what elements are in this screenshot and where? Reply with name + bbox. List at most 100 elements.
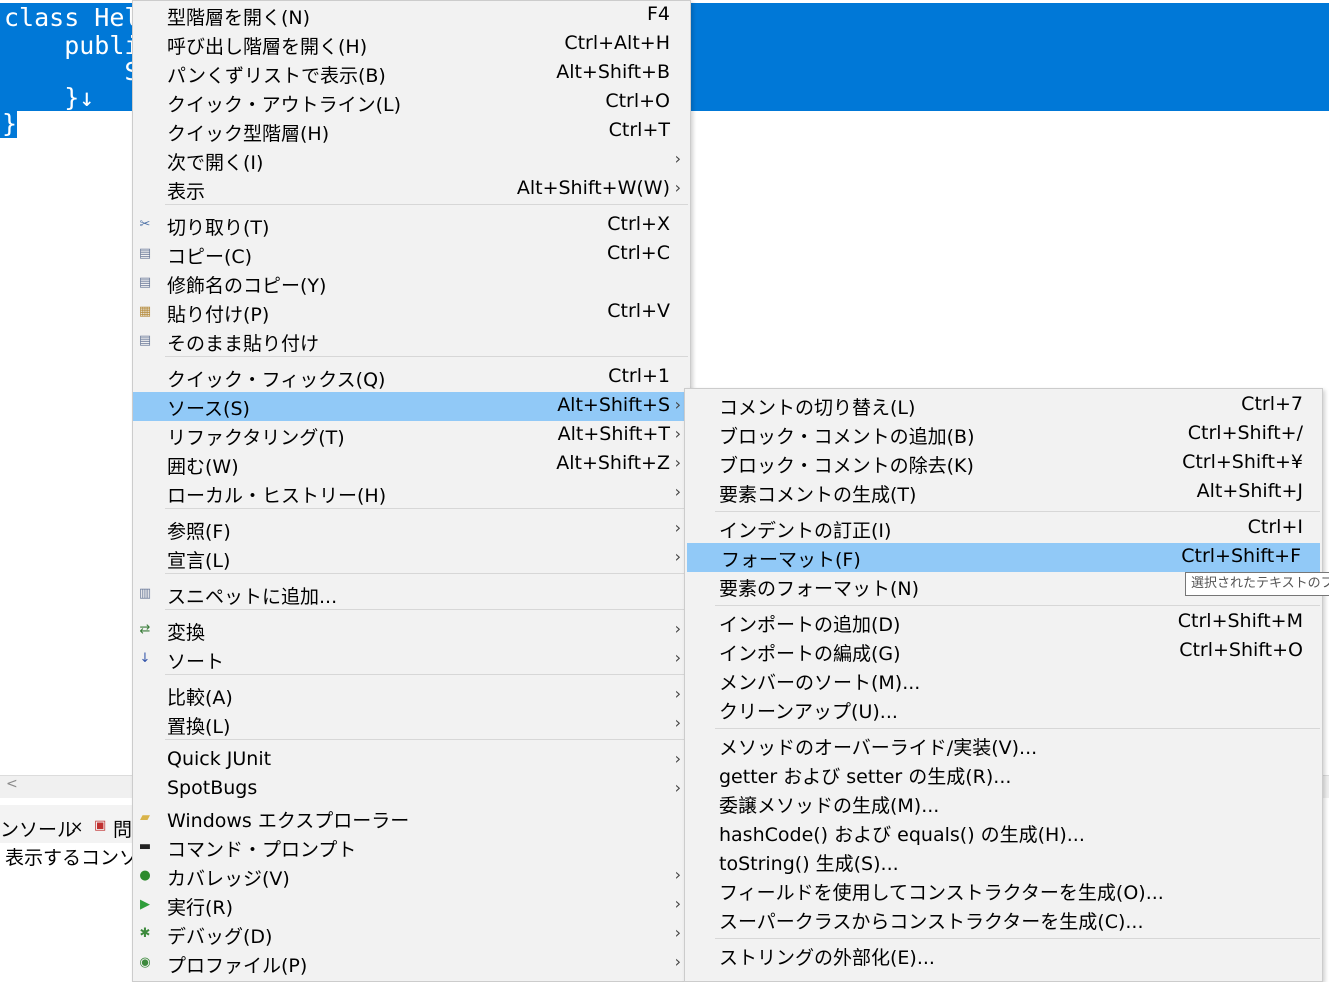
menu-item-shortcut: Alt+Shift+B <box>556 61 670 83</box>
submenu-arrow-icon: › <box>674 149 681 168</box>
menu-item-label: ローカル・ヒストリー(H) <box>167 485 387 507</box>
terminal-icon: ▬ <box>138 839 152 854</box>
submenu-arrow-icon: › <box>674 518 681 537</box>
menu-item-shortcut: F4 <box>646 3 670 25</box>
submenu-item[interactable]: インデントの訂正(I) Ctrl+I <box>685 514 1322 543</box>
menu-item-shortcut: Ctrl+X <box>607 213 670 235</box>
menu-item[interactable]: クイック・アウトライン(L) Ctrl+O <box>133 88 690 117</box>
submenu-item[interactable]: インポートの追加(D) Ctrl+Shift+M <box>685 608 1322 637</box>
menu-item[interactable]: 表示 Alt+Shift+W(W) › <box>133 175 690 204</box>
submenu-item[interactable]: ストリングの外部化(E)... <box>685 941 1322 970</box>
submenu-item[interactable]: toString() 生成(S)... <box>685 847 1322 876</box>
sort-icon: ↓ <box>139 651 151 666</box>
menu-item[interactable]: ⇄ 変換 › <box>133 616 690 645</box>
menu-item-label: SpotBugs <box>167 777 258 799</box>
menu-item-label: クイック・フィックス(Q) <box>167 369 386 391</box>
submenu-item[interactable]: メンバーのソート(M)... <box>685 666 1322 695</box>
menu-item-shortcut: Alt+Shift+W(W) <box>516 177 670 199</box>
menu-item-shortcut: Ctrl+O <box>605 90 670 112</box>
submenu-item[interactable]: インポートの編成(G) Ctrl+Shift+O <box>685 637 1322 666</box>
submenu-item-label: toString() 生成(S)... <box>719 853 899 875</box>
submenu-item-label: 委譲メソッドの生成(M)... <box>719 795 940 817</box>
menu-item[interactable]: クイック型階層(H) Ctrl+T <box>133 117 690 146</box>
menu-item[interactable]: 型階層を開く(N) F4 <box>133 1 690 30</box>
submenu-arrow-icon: › <box>674 547 681 566</box>
menu-item[interactable]: 置換(L) › <box>133 710 690 739</box>
submenu-item-shortcut: Ctrl+Shift+F <box>1181 545 1301 567</box>
submenu-item[interactable]: メソッドのオーバーライド/実装(V)... <box>685 731 1322 760</box>
submenu-item[interactable]: フィールドを使用してコンストラクターを生成(O)... <box>685 876 1322 905</box>
menu-item[interactable]: ソース(S) Alt+Shift+S › <box>133 392 690 421</box>
tab-problems[interactable]: 問 <box>113 815 132 842</box>
menu-item-label: 表示 <box>167 181 206 203</box>
submenu-arrow-icon: › <box>674 749 681 768</box>
menu-item[interactable]: ▤ コピー(C) Ctrl+C <box>133 240 690 269</box>
menu-separator <box>165 204 688 205</box>
menu-item[interactable]: ローカル・ヒストリー(H) › <box>133 479 690 508</box>
submenu-item-label: インデントの訂正(I) <box>719 520 892 542</box>
menu-item-label: Quick JUnit <box>167 748 272 770</box>
menu-item[interactable]: ▰ Windows エクスプローラー <box>133 804 690 833</box>
menu-item[interactable]: パンくずリストで表示(B) Alt+Shift+B <box>133 59 690 88</box>
menu-item[interactable]: 次で開く(I) › <box>133 146 690 175</box>
console-message: 表示するコンソ <box>5 847 139 869</box>
code-line: } <box>2 109 18 138</box>
menu-item[interactable]: ↓ ソート › <box>133 645 690 674</box>
submenu-item[interactable]: フォーマット(F) Ctrl+Shift+F <box>687 543 1320 572</box>
menu-item[interactable]: 宣言(L) › <box>133 544 690 573</box>
submenu-arrow-icon: › <box>674 395 681 414</box>
menu-item[interactable]: Quick JUnit › <box>133 746 690 775</box>
copy-qualified-icon: ▤ <box>138 275 152 290</box>
submenu-item[interactable]: 委譲メソッドの生成(M)... <box>685 789 1322 818</box>
menu-item[interactable]: ◉ プロファイル(P) › <box>133 949 690 978</box>
menu-item[interactable]: 参照(F) › <box>133 515 690 544</box>
submenu-item[interactable]: クリーンアップ(U)... <box>685 695 1322 724</box>
menu-item[interactable]: ▦ 貼り付け(P) Ctrl+V <box>133 298 690 327</box>
submenu-item-label: フォーマット(F) <box>721 549 861 571</box>
menu-item-label: そのまま貼り付け <box>167 333 320 355</box>
close-icon[interactable]: × <box>70 817 83 836</box>
menu-item[interactable]: 呼び出し階層を開く(H) Ctrl+Alt+H <box>133 30 690 59</box>
submenu-item[interactable]: getter および setter の生成(R)... <box>685 760 1322 789</box>
menu-item-label: カバレッジ(V) <box>167 868 290 890</box>
menu-item[interactable]: ▬ コマンド・プロンプト <box>133 833 690 862</box>
coverage-icon: ● <box>139 868 151 883</box>
menu-item[interactable]: ● カバレッジ(V) › <box>133 862 690 891</box>
menu-item-shortcut: Ctrl+Alt+H <box>564 32 670 54</box>
menu-item-label: 貼り付け(P) <box>167 304 270 326</box>
menu-item-label: 参照(F) <box>167 521 231 543</box>
menu-item[interactable]: ▶ 実行(R) › <box>133 891 690 920</box>
menu-item[interactable]: ▥ スニペットに追加... <box>133 580 690 609</box>
scroll-left-icon[interactable]: < <box>6 776 18 792</box>
submenu-arrow-icon: › <box>674 178 681 197</box>
menu-item[interactable]: SpotBugs › <box>133 775 690 804</box>
submenu-item[interactable]: スーパークラスからコンストラクターを生成(C)... <box>685 905 1322 934</box>
submenu-item[interactable]: コメントの切り替え(L) Ctrl+7 <box>685 391 1322 420</box>
submenu-item-label: メンバーのソート(M)... <box>719 672 921 694</box>
menu-item-shortcut: Ctrl+T <box>608 119 670 141</box>
menu-item[interactable]: 囲む(W) Alt+Shift+Z › <box>133 450 690 479</box>
menu-item-label: 切り取り(T) <box>167 217 270 239</box>
submenu-item-label: ブロック・コメントの除去(K) <box>719 455 974 477</box>
snippet-icon: ▥ <box>138 586 152 601</box>
submenu-arrow-icon: › <box>674 894 681 913</box>
submenu-item[interactable]: ブロック・コメントの追加(B) Ctrl+Shift+/ <box>685 420 1322 449</box>
submenu-item-label: メソッドのオーバーライド/実装(V)... <box>719 737 1038 759</box>
menu-item-label: 修飾名のコピー(Y) <box>167 275 327 297</box>
submenu-item-shortcut: Ctrl+Shift+M <box>1177 610 1303 632</box>
menu-item[interactable]: クイック・フィックス(Q) Ctrl+1 <box>133 363 690 392</box>
menu-item[interactable]: ✂ 切り取り(T) Ctrl+X <box>133 211 690 240</box>
menu-item[interactable]: ✱ デバッグ(D) › <box>133 920 690 949</box>
menu-item-label: 型階層を開く(N) <box>167 7 311 29</box>
submenu-item[interactable]: 要素コメントの生成(T) Alt+Shift+J <box>685 478 1322 507</box>
menu-item[interactable]: リファクタリング(T) Alt+Shift+T › <box>133 421 690 450</box>
menu-item[interactable]: ▤ 修飾名のコピー(Y) <box>133 269 690 298</box>
menu-item-label: 呼び出し階層を開く(H) <box>167 36 368 58</box>
menu-item[interactable]: ▤ そのまま貼り付け <box>133 327 690 356</box>
tab-console[interactable]: ンソール <box>0 815 76 842</box>
source-submenu: コメントの切り替え(L) Ctrl+7 ブロック・コメントの追加(B) Ctrl+Sh… <box>684 388 1323 982</box>
submenu-item[interactable]: hashCode() および equals() の生成(H)... <box>685 818 1322 847</box>
submenu-item[interactable]: ブロック・コメントの除去(K) Ctrl+Shift+¥ <box>685 449 1322 478</box>
menu-item[interactable]: 比較(A) › <box>133 681 690 710</box>
menu-separator <box>715 938 1320 939</box>
